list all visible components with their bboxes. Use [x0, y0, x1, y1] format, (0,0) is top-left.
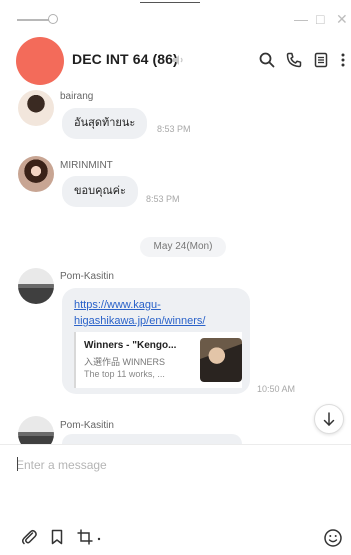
message-time: 10:50 AM	[257, 384, 296, 394]
opacity-slider-track[interactable]	[17, 19, 49, 21]
message-input[interactable]	[16, 455, 336, 475]
link-line-2[interactable]: higashikawa.jp/en/winners/	[74, 315, 205, 327]
avatar[interactable]	[18, 416, 54, 444]
window-titlebar: — □ ✕	[0, 0, 351, 36]
text-caret	[17, 457, 18, 471]
paperclip-icon[interactable]	[20, 528, 38, 546]
bookmark-icon[interactable]	[48, 528, 66, 546]
date-divider: May 24(Mon)	[140, 237, 226, 257]
sender-name: MIRINMINT	[60, 160, 113, 171]
link-preview-card[interactable]: Winners - "Kengo... 入選作品 WINNERS The top…	[74, 332, 242, 388]
message-link[interactable]: https://www.kagu- higashikawa.jp/en/winn…	[74, 297, 244, 329]
emoji-icon[interactable]	[323, 528, 343, 548]
more-icon[interactable]	[338, 51, 348, 69]
opacity-slider-knob[interactable]	[48, 14, 58, 24]
top-edge-line	[140, 2, 200, 3]
scroll-to-bottom-button[interactable]	[314, 404, 344, 434]
link-line-1[interactable]: https://www.kagu-	[74, 299, 161, 311]
message-bubble[interactable]	[62, 434, 242, 444]
sender-name: bairang	[60, 91, 94, 102]
message-time: 8:53 PM	[157, 124, 191, 134]
message-bubble[interactable]: ขอบคุณค่ะ	[62, 176, 138, 207]
close-button[interactable]: ✕	[336, 11, 348, 27]
notes-icon[interactable]	[312, 51, 330, 69]
sender-name: Pom-Kasitin	[60, 271, 114, 282]
group-avatar[interactable]	[16, 37, 64, 85]
message-list[interactable]: bairang อันสุดท้ายนะ 8:53 PM MIRINMINT ข…	[0, 86, 351, 444]
phone-icon[interactable]	[285, 51, 303, 69]
avatar[interactable]	[18, 268, 54, 304]
message-time: 8:53 PM	[146, 194, 180, 204]
minimize-button[interactable]: —	[294, 11, 308, 27]
chat-title[interactable]: DEC INT 64 (86)	[72, 51, 178, 67]
link-message-bubble[interactable]: https://www.kagu- higashikawa.jp/en/winn…	[62, 288, 250, 394]
preview-subtitle: 入選作品 WINNERS	[84, 357, 166, 367]
preview-title: Winners - "Kengo...	[84, 340, 177, 351]
composer-divider	[0, 444, 351, 445]
mute-icon	[173, 55, 183, 65]
chat-header: DEC INT 64 (86)	[0, 36, 351, 86]
preview-thumbnail	[200, 338, 242, 382]
preview-description: The top 11 works, ...	[84, 369, 165, 379]
restore-button[interactable]: □	[316, 11, 324, 27]
search-icon[interactable]	[258, 51, 276, 69]
avatar[interactable]	[18, 90, 54, 126]
arrow-down-icon	[323, 412, 335, 426]
sender-name: Pom-Kasitin	[60, 420, 114, 431]
avatar[interactable]	[18, 156, 54, 192]
crop-icon[interactable]	[76, 528, 104, 546]
message-bubble[interactable]: อันสุดท้ายนะ	[62, 108, 148, 139]
